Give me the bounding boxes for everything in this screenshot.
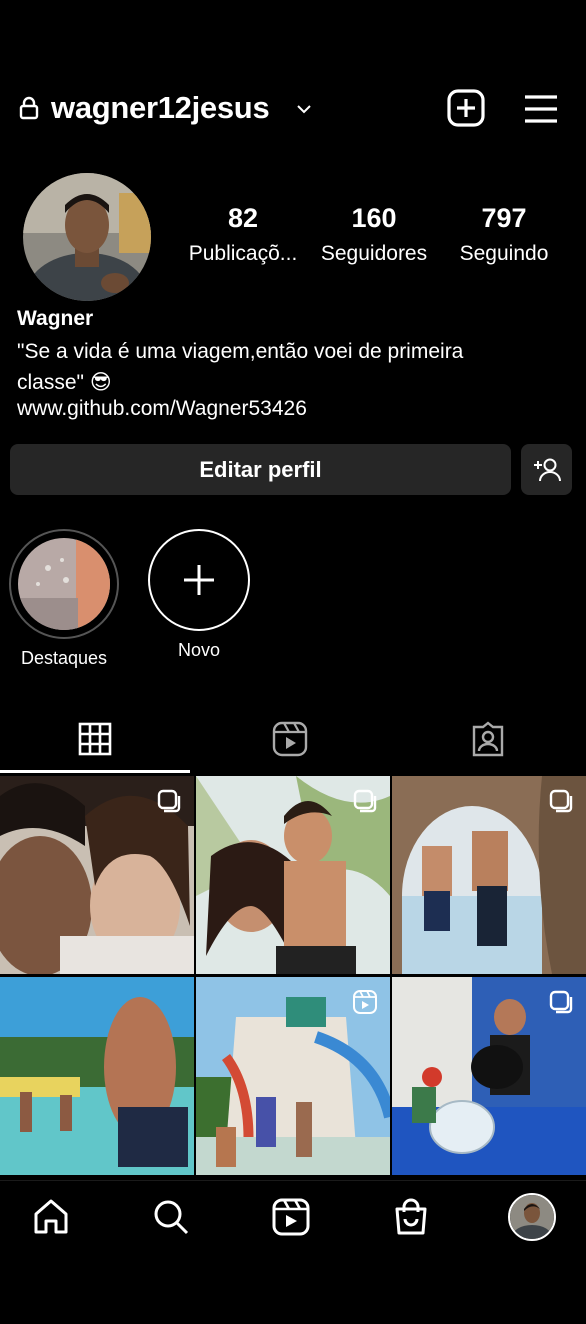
profile-name: Wagner bbox=[17, 307, 94, 330]
post-thumbnail[interactable] bbox=[0, 977, 194, 1175]
post-thumbnail[interactable] bbox=[0, 776, 194, 974]
lock-icon bbox=[19, 96, 39, 120]
profile-bio: "Se a vida é uma viagem,então voei de pr… bbox=[17, 340, 464, 394]
search-icon bbox=[154, 1200, 189, 1235]
followers-count-label: Seguidores bbox=[320, 242, 428, 265]
carousel-icon bbox=[549, 990, 573, 1014]
post-thumbnail[interactable] bbox=[196, 977, 390, 1175]
chevron-down-icon[interactable] bbox=[293, 98, 315, 120]
followers-count[interactable]: 160 Seguidores bbox=[313, 203, 435, 266]
post-photo bbox=[0, 977, 194, 1175]
carousel-icon bbox=[353, 789, 377, 813]
create-post-button[interactable] bbox=[446, 88, 486, 128]
nav-reels[interactable] bbox=[269, 1195, 313, 1239]
nav-profile[interactable] bbox=[508, 1193, 556, 1241]
grid-icon bbox=[78, 722, 112, 756]
tab-posts[interactable] bbox=[0, 705, 190, 773]
active-tab-indicator bbox=[0, 770, 190, 773]
carousel-icon bbox=[157, 789, 181, 813]
following-count-value: 797 bbox=[481, 203, 527, 233]
nav-home[interactable] bbox=[29, 1195, 73, 1239]
followers-count-value: 160 bbox=[351, 203, 397, 233]
home-icon bbox=[34, 1199, 68, 1234]
reels-icon bbox=[353, 990, 377, 1014]
nav-shop[interactable] bbox=[389, 1195, 433, 1239]
profile-avatar bbox=[510, 1195, 554, 1239]
following-count-label: Seguindo bbox=[459, 242, 549, 265]
shop-icon bbox=[395, 1198, 427, 1235]
nav-search[interactable] bbox=[149, 1195, 193, 1239]
discover-people-button[interactable] bbox=[521, 444, 572, 495]
highlight-label: Novo bbox=[177, 640, 221, 660]
plus-icon bbox=[184, 565, 214, 595]
tab-tagged[interactable] bbox=[390, 705, 586, 773]
tab-reels[interactable] bbox=[190, 705, 390, 773]
highlight-destaques[interactable]: Destaques bbox=[9, 529, 119, 669]
reels-icon bbox=[272, 721, 308, 757]
profile-avatar[interactable] bbox=[23, 173, 151, 301]
bottom-navigation bbox=[0, 1180, 586, 1252]
profile-tabs bbox=[0, 705, 586, 773]
highlight-ring bbox=[9, 529, 119, 639]
new-highlight-circle bbox=[148, 529, 250, 631]
menu-icon[interactable] bbox=[522, 90, 560, 128]
reels-icon bbox=[272, 1198, 310, 1236]
carousel-icon bbox=[549, 789, 573, 813]
edit-profile-button[interactable]: Editar perfil bbox=[10, 444, 511, 495]
highlight-cover bbox=[18, 538, 110, 630]
profile-link[interactable]: www.github.com/Wagner53426 bbox=[17, 397, 307, 421]
tagged-icon bbox=[472, 721, 504, 757]
posts-count-value: 82 bbox=[227, 203, 259, 233]
following-count[interactable]: 797 Seguindo bbox=[452, 203, 556, 266]
highlight-new[interactable]: Novo bbox=[148, 529, 250, 661]
post-thumbnail[interactable] bbox=[392, 776, 586, 974]
username-switcher[interactable]: wagner12jesus bbox=[51, 90, 270, 126]
posts-count-label: Publicaçõ... bbox=[188, 242, 298, 265]
highlight-label: Destaques bbox=[20, 648, 108, 668]
posts-count[interactable]: 82 Publicaçõ... bbox=[183, 203, 303, 266]
profile-header: wagner12jesus bbox=[0, 80, 586, 140]
post-thumbnail[interactable] bbox=[392, 977, 586, 1175]
post-thumbnail[interactable] bbox=[196, 776, 390, 974]
add-user-icon bbox=[533, 458, 561, 481]
